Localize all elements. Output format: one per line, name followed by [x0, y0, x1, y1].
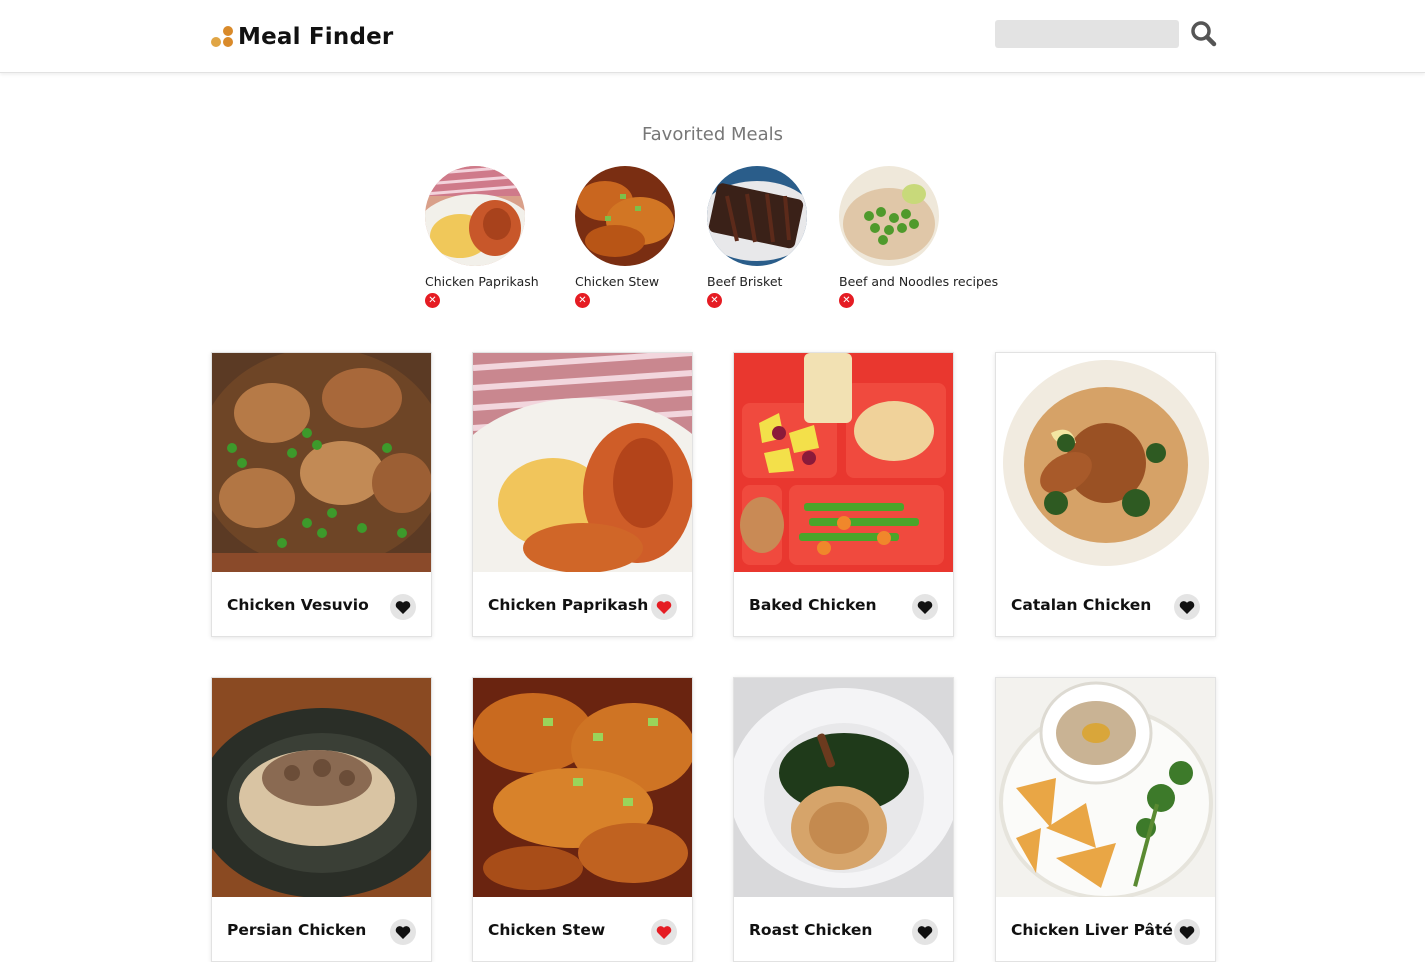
meal-image[interactable]	[473, 353, 692, 572]
favorites-list: Chicken Paprikash ✕ Chicken Stew ✕ Beef …	[0, 166, 1425, 316]
favorite-item[interactable]: Chicken Paprikash ✕	[425, 166, 539, 308]
meal-image[interactable]	[996, 678, 1215, 897]
favorite-meal-image[interactable]	[839, 166, 939, 266]
favorite-item[interactable]: Beef Brisket ✕	[707, 166, 807, 308]
meal-card[interactable]: Catalan Chicken	[995, 352, 1216, 637]
search-input[interactable]	[995, 20, 1179, 48]
favorite-toggle-button[interactable]	[1174, 919, 1200, 945]
brand-dots-icon	[210, 24, 236, 50]
favorite-toggle-button[interactable]	[912, 919, 938, 945]
remove-favorite-button[interactable]: ✕	[425, 293, 440, 308]
meal-image[interactable]	[212, 678, 431, 897]
brand-logo[interactable]: Meal Finder	[210, 22, 393, 52]
remove-favorite-button[interactable]: ✕	[707, 293, 722, 308]
meal-card[interactable]: Baked Chicken	[733, 352, 954, 637]
heart-icon	[395, 925, 411, 939]
heart-icon	[1179, 925, 1195, 939]
favorites-title: Favorited Meals	[641, 124, 784, 145]
remove-favorite-button[interactable]: ✕	[839, 293, 854, 308]
search-icon	[1191, 21, 1217, 47]
favorite-toggle-button[interactable]	[390, 919, 416, 945]
meal-card-footer: Chicken Stew	[473, 897, 692, 961]
meal-name: Catalan Chicken	[1011, 596, 1152, 614]
meal-card-footer: Chicken Vesuvio	[212, 572, 431, 636]
favorite-meal-name: Chicken Stew	[575, 274, 660, 289]
favorite-meal-image[interactable]	[707, 166, 807, 266]
meal-image[interactable]	[473, 678, 692, 897]
meal-card-footer: Baked Chicken	[734, 572, 953, 636]
meal-name: Roast Chicken	[749, 921, 873, 939]
meal-name: Persian Chicken	[227, 921, 367, 939]
meal-name: Chicken Vesuvio	[227, 596, 369, 614]
favorite-item[interactable]: Chicken Stew ✕	[575, 166, 675, 308]
favorite-meal-name: Beef Brisket	[707, 274, 783, 289]
heart-icon	[1179, 600, 1195, 614]
close-icon: ✕	[710, 294, 719, 306]
heart-icon	[656, 600, 672, 614]
close-icon: ✕	[842, 294, 851, 306]
heart-icon	[917, 600, 933, 614]
heart-icon	[395, 600, 411, 614]
favorite-meal-image[interactable]	[575, 166, 675, 266]
meal-image[interactable]	[734, 678, 953, 897]
meal-card[interactable]: Roast Chicken	[733, 677, 954, 962]
meal-card-footer: Persian Chicken	[212, 897, 431, 961]
search-button[interactable]	[1188, 18, 1220, 50]
favorite-item[interactable]: Beef and Noodles recipes ✕	[839, 166, 998, 308]
meal-card[interactable]: Chicken Paprikash	[472, 352, 693, 637]
favorite-meal-image[interactable]	[425, 166, 525, 266]
meal-card[interactable]: Chicken Stew	[472, 677, 693, 962]
top-header: Meal Finder	[0, 0, 1425, 73]
meal-card-footer: Roast Chicken	[734, 897, 953, 961]
close-icon: ✕	[578, 294, 587, 306]
heart-icon	[656, 925, 672, 939]
favorite-toggle-button[interactable]	[1174, 594, 1200, 620]
favorite-toggle-button[interactable]	[912, 594, 938, 620]
meal-card-footer: Catalan Chicken	[996, 572, 1215, 636]
favorite-toggle-button[interactable]	[651, 919, 677, 945]
favorite-meal-name: Chicken Paprikash	[425, 274, 539, 289]
meal-name: Chicken Liver Pâté	[1011, 921, 1173, 939]
close-icon: ✕	[428, 294, 437, 306]
heart-icon	[917, 925, 933, 939]
meal-card[interactable]: Chicken Vesuvio	[211, 352, 432, 637]
meal-name: Baked Chicken	[749, 596, 877, 614]
brand-name: Meal Finder	[238, 24, 394, 50]
meal-image[interactable]	[212, 353, 431, 572]
favorite-toggle-button[interactable]	[651, 594, 677, 620]
meal-name: Chicken Stew	[488, 921, 606, 939]
meal-image[interactable]	[996, 353, 1215, 572]
favorite-meal-name: Beef and Noodles recipes	[839, 274, 999, 289]
meal-image[interactable]	[734, 353, 953, 572]
meal-name: Chicken Paprikash	[488, 596, 649, 614]
remove-favorite-button[interactable]: ✕	[575, 293, 590, 308]
meal-card[interactable]: Persian Chicken	[211, 677, 432, 962]
meal-card-footer: Chicken Paprikash	[473, 572, 692, 636]
meal-card[interactable]: Chicken Liver Pâté	[995, 677, 1216, 962]
favorite-toggle-button[interactable]	[390, 594, 416, 620]
meal-card-footer: Chicken Liver Pâté	[996, 897, 1215, 961]
